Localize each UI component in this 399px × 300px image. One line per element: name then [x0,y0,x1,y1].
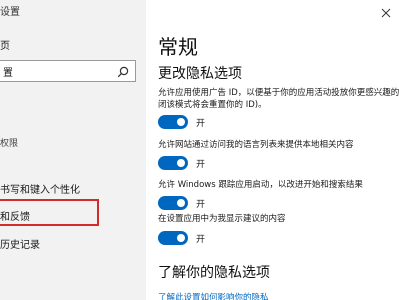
option-advertising-id-row: 开 [158,114,205,130]
toggle-knob [177,159,185,167]
close-icon[interactable] [379,6,393,20]
toggle-suggested-content[interactable] [158,231,188,245]
toggle-app-launch-tracking-label: 开 [196,199,206,210]
section-title: 更改隐私选项 [158,66,242,82]
search-icon[interactable] [117,66,129,78]
option-suggested-content-row: 开 [158,230,205,246]
toggle-app-launch-tracking[interactable] [158,196,188,210]
option-language-list-row: 开 [158,155,205,171]
window-title: 设置 [0,7,20,18]
option-language-list-desc: 允许网站通过访问我的语言列表来提供本地相关内容 [158,140,354,150]
option-app-launch-tracking-row: 开 [158,195,205,211]
search-input[interactable] [3,63,113,79]
toggle-knob [177,199,185,207]
option-app-launch-tracking-desc: 允许 Windows 跟踪应用启动，以改进开始和搜索结果 [158,180,363,190]
toggle-language-list[interactable] [158,156,188,170]
option-advertising-id-desc-line-1: 允许应用使用广告 ID，以便基于你的应用活动投放你更感兴趣的广 [158,88,399,98]
toggle-advertising-id-label: 开 [196,118,206,129]
toggle-advertising-id[interactable] [158,115,188,129]
sidebar-home-item[interactable]: 页 [0,37,10,52]
option-suggested-content-desc: 在设置应用中为我显示建议的内容 [158,214,286,224]
sidebar: 设置 页 权限 书写和键入个性化 和反馈 历史记录 [0,0,146,300]
sidebar-item-typing[interactable]: 书写和键入个性化 [0,181,80,196]
learn-privacy-title: 了解你的隐私选项 [158,265,270,281]
page-title: 常规 [158,35,198,59]
sidebar-item-history[interactable]: 历史记录 [0,236,40,251]
toggle-language-list-label: 开 [196,159,206,170]
option-advertising-id-desc-line-2: 闭该模式将会重置你的 ID)。 [158,100,267,110]
toggle-knob [177,234,185,242]
learn-privacy-link[interactable]: 了解此设置如何影响你的隐私 [158,291,269,300]
toggle-suggested-content-label: 开 [196,234,206,245]
highlight-box [0,199,99,226]
toggle-knob [177,118,185,126]
main-panel: 常规 更改隐私选项 允许应用使用广告 ID，以便基于你的应用活动投放你更感兴趣的… [146,0,399,300]
sidebar-section-label: 权限 [0,139,19,149]
search-box[interactable] [0,60,136,82]
